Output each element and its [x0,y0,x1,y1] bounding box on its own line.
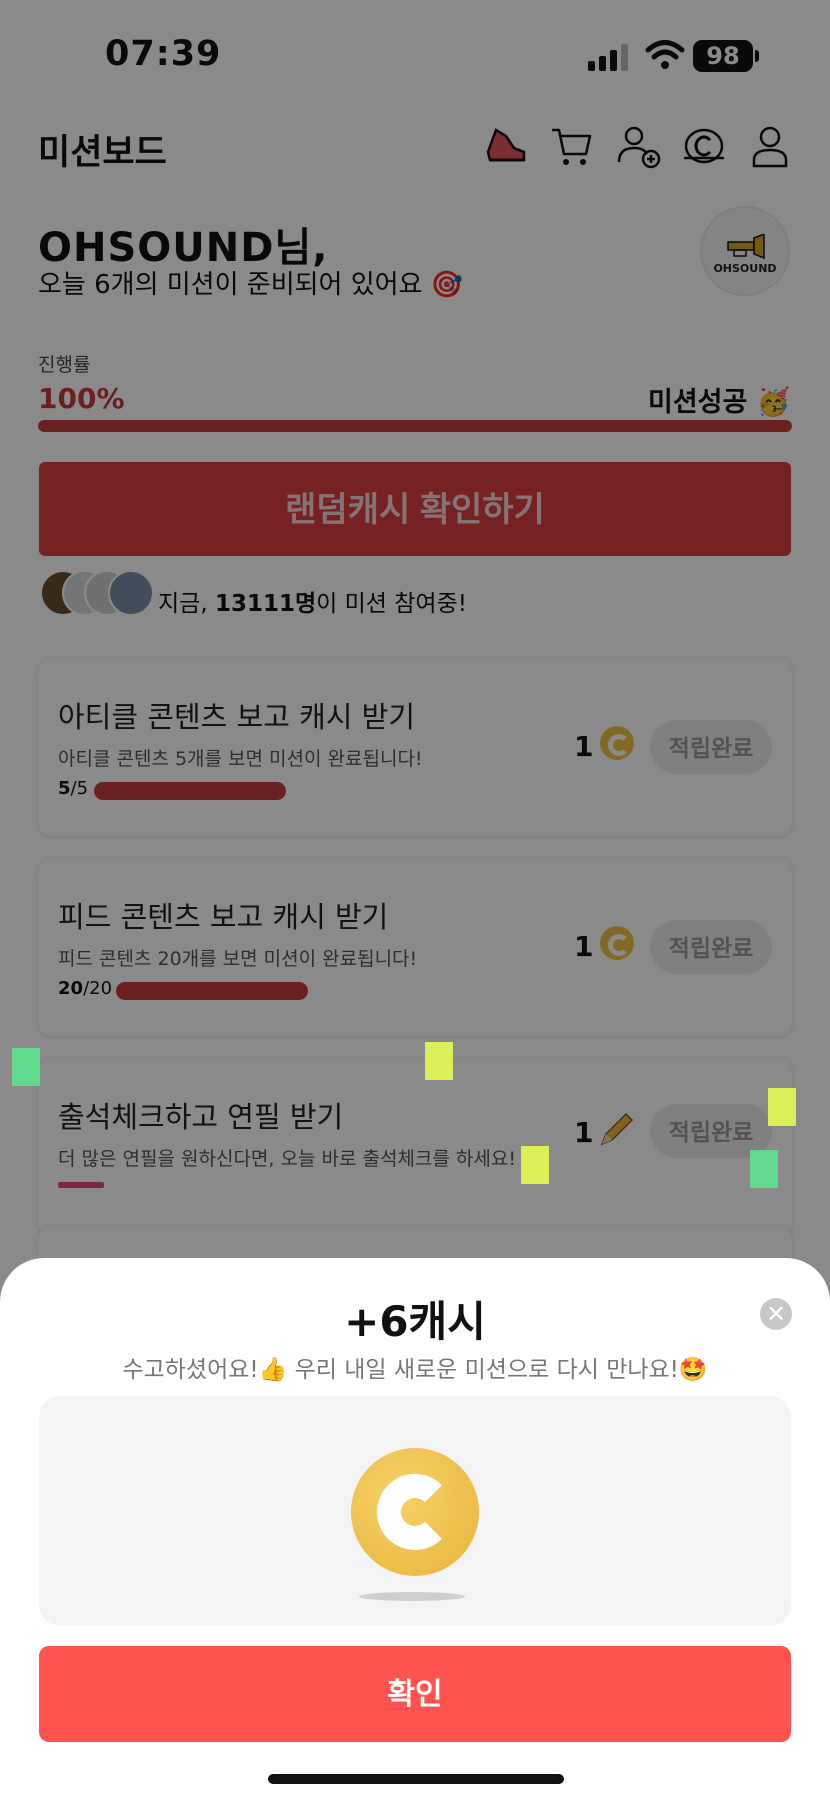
coin-shadow [359,1592,465,1601]
sheet-subtitle: 수고하셨어요!👍 우리 내일 새로운 미션으로 다시 만나요!🤩 [122,1357,708,1383]
reward-illustration [39,1396,791,1626]
confetti-piece [12,1048,40,1086]
confirm-button[interactable]: 확인 [39,1646,791,1742]
confetti-piece [768,1088,796,1126]
coin-icon [351,1448,479,1576]
confetti-piece [521,1146,549,1184]
confetti-piece [750,1150,778,1188]
sheet-title: +6캐시 [344,1297,486,1346]
home-indicator [268,1774,564,1784]
close-icon[interactable]: ✕ [760,1298,792,1330]
reward-bottom-sheet: +6캐시 ✕ 수고하셨어요!👍 우리 내일 새로운 미션으로 다시 만나요!🤩 … [0,1258,830,1799]
confetti-piece [425,1042,453,1080]
